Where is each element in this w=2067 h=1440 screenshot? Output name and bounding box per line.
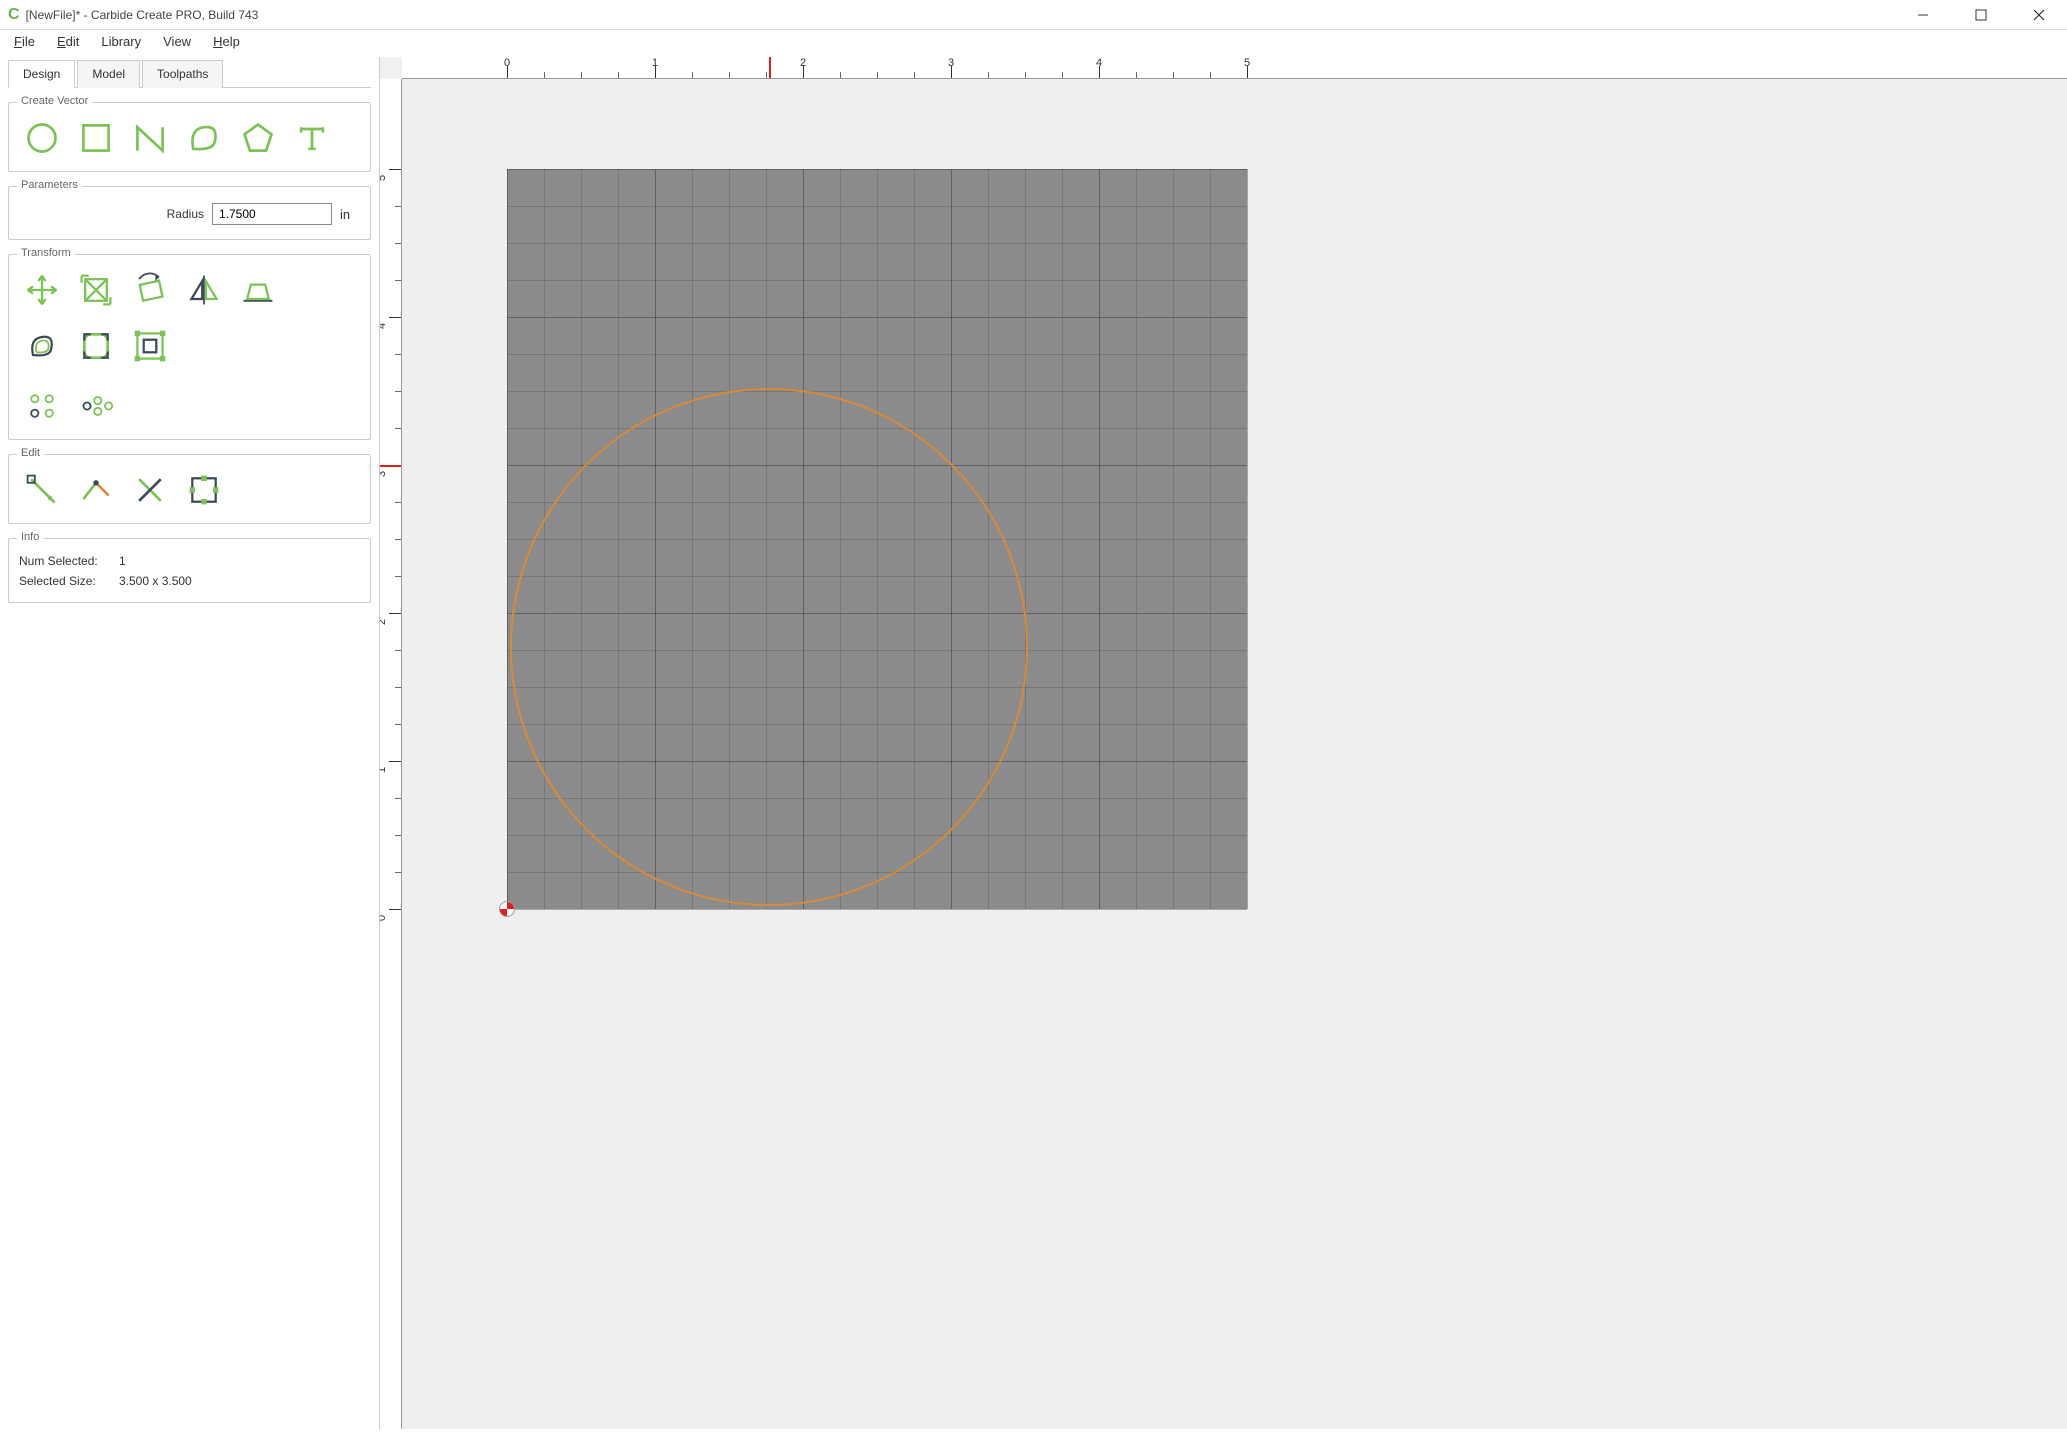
selected-circle[interactable] [510,388,1028,906]
left-panel: Design Model Toolpaths Create Vector Par… [0,57,380,1429]
text-tool-icon[interactable] [289,115,335,161]
rectangle-tool-icon[interactable] [73,115,119,161]
group-tool-icon[interactable] [127,323,173,369]
info-section: Info Num Selected:1 Selected Size:3.500 … [8,538,371,603]
selected-size-label: Selected Size: [19,571,109,591]
linear-array-tool-icon[interactable] [73,383,119,429]
align-tool-icon[interactable] [235,267,281,313]
circle-tool-icon[interactable] [19,115,65,161]
scale-tool-icon[interactable] [73,267,119,313]
radius-unit: in [340,207,360,222]
edit-section: Edit [8,454,371,524]
menu-view[interactable]: View [163,34,191,49]
ruler-y-label: 5 [380,175,388,181]
rotate-tool-icon[interactable] [127,267,173,313]
close-button[interactable] [2019,0,2059,30]
menu-library[interactable]: Library [101,34,141,49]
app-icon: C [8,6,20,24]
offset-tool-icon[interactable] [19,323,65,369]
move-tool-icon[interactable] [19,267,65,313]
tab-model[interactable]: Model [77,60,140,88]
boolean-tool-icon[interactable] [181,467,227,513]
ruler-y-label: 3 [380,471,388,477]
ruler-y-label: 4 [380,323,388,329]
ruler-left: 0 1 2 3 4 5 [380,79,402,1429]
create-vector-legend: Create Vector [17,95,92,107]
radius-label: Radius [167,207,204,221]
polygon-tool-icon[interactable] [235,115,281,161]
origin-marker [499,901,515,917]
mirror-tool-icon[interactable] [181,267,227,313]
curve-tool-icon[interactable] [181,115,227,161]
trim-tool-icon[interactable] [73,467,119,513]
ruler-x-label: 2 [800,57,806,69]
ruler-x-label: 5 [1244,57,1250,69]
ruler-y-label: 2 [380,619,388,625]
ruler-x-label: 0 [504,57,510,69]
selected-size-value: 3.500 x 3.500 [119,571,192,591]
menu-file[interactable]: File [14,34,35,49]
ruler-y-label: 1 [380,767,388,773]
edit-legend: Edit [17,447,44,459]
maximize-button[interactable] [1961,0,2001,30]
window-title: [NewFile]* - Carbide Create PRO, Build 7… [26,8,1903,22]
polyline-tool-icon[interactable] [127,115,173,161]
menu-edit[interactable]: Edit [57,34,79,49]
node-edit-tool-icon[interactable] [19,467,65,513]
ruler-top: 0 1 2 3 4 5 [402,57,2067,79]
titlebar: C [NewFile]* - Carbide Create PRO, Build… [0,0,2067,30]
cut-tool-icon[interactable] [127,467,173,513]
menu-help[interactable]: Help [213,34,240,49]
num-selected-label: Num Selected: [19,551,109,571]
transform-legend: Transform [17,247,75,259]
ruler-x-label: 3 [948,57,954,69]
corner-tool-icon[interactable] [73,323,119,369]
ruler-y-label: 0 [380,915,388,921]
num-selected-value: 1 [119,551,126,571]
ruler-x-label: 4 [1096,57,1102,69]
tabs: Design Model Toolpaths [8,59,371,88]
canvas[interactable] [402,79,2067,1429]
tab-design[interactable]: Design [8,60,75,88]
menubar: File Edit Library View Help [0,30,2067,57]
minimize-button[interactable] [1903,0,1943,30]
info-legend: Info [17,531,43,543]
parameters-legend: Parameters [17,179,82,191]
canvas-area[interactable]: 0 1 2 3 4 5 0 1 2 3 4 5 [380,57,2067,1429]
transform-section: Transform [8,254,371,440]
create-vector-section: Create Vector [8,102,371,172]
ruler-x-label: 1 [652,57,658,69]
parameters-section: Parameters Radius in [8,186,371,240]
tab-toolpaths[interactable]: Toolpaths [142,60,223,88]
circular-array-tool-icon[interactable] [19,383,65,429]
radius-input[interactable] [212,203,332,225]
